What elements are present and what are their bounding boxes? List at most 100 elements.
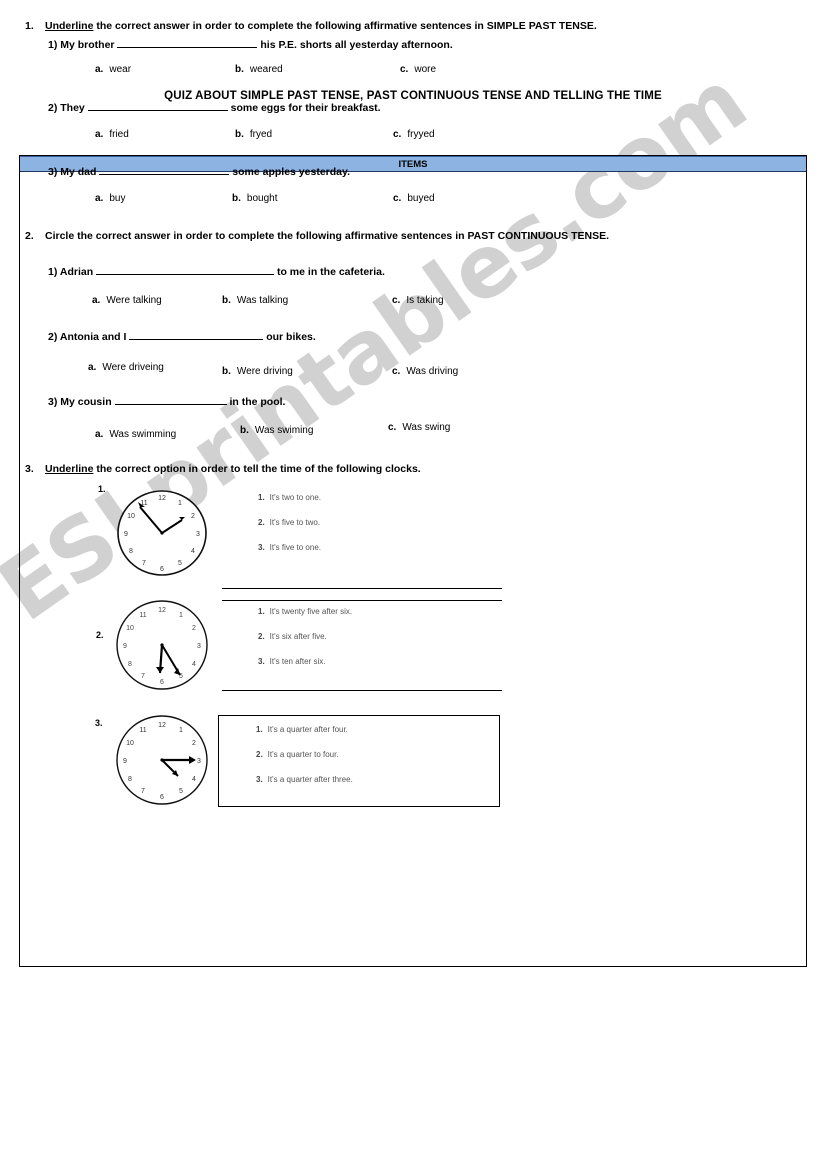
question-1-2-number: 2) xyxy=(48,102,58,114)
option-1-3-c[interactable]: c. buyed xyxy=(393,193,435,204)
option-1-1-c[interactable]: c. wore xyxy=(400,64,436,75)
clock-1-option-1-number: 1. xyxy=(258,493,265,502)
svg-text:1: 1 xyxy=(179,727,183,734)
option-2-1-a[interactable]: a. Were talking xyxy=(92,295,162,306)
option-2-1-c-letter: c. xyxy=(392,295,401,306)
question-1-1-blank[interactable] xyxy=(117,36,258,48)
option-2-2-a[interactable]: a. Were driveing xyxy=(88,362,164,373)
question-2-2-blank[interactable] xyxy=(129,328,264,340)
clock-1-face: 12 1 2 345 678 9 10 11 xyxy=(112,487,212,579)
svg-text:1: 1 xyxy=(179,612,183,619)
option-1-2-a-letter: a. xyxy=(95,129,104,140)
question-1-2-blank[interactable] xyxy=(87,99,228,111)
question-1-1-before: My brother xyxy=(60,39,115,51)
option-2-3-a-letter: a. xyxy=(95,429,104,440)
option-2-2-c-letter: c. xyxy=(392,366,401,377)
question-2-2-after: our bikes. xyxy=(266,331,316,343)
question-1-2-options: a. fried b. fryed c. fryyed xyxy=(0,129,788,147)
option-2-3-c-text: Was swing xyxy=(402,422,451,433)
question-2-1: 1) Adrian to me in the cafeteria. xyxy=(48,263,385,279)
option-2-2-c-text: Was driving xyxy=(406,366,459,377)
svg-text:4: 4 xyxy=(191,548,195,555)
clock-2-answer-line[interactable] xyxy=(222,690,502,691)
option-1-2-a[interactable]: a. fried xyxy=(95,129,129,140)
option-2-3-c[interactable]: c. Was swing xyxy=(388,422,450,433)
clock-3-option-3[interactable]: 3. It's a quarter after three. xyxy=(256,776,353,784)
option-2-2-b[interactable]: b. Were driving xyxy=(222,366,293,377)
clock-2-option-2[interactable]: 2. It's six after five. xyxy=(258,633,327,641)
clock-3-option-2[interactable]: 2. It's a quarter to four. xyxy=(256,751,339,759)
question-2-3-options: a. Was swimming b. Was swiming c. Was swing xyxy=(0,422,788,443)
clock-3-option-2-number: 2. xyxy=(256,750,263,759)
option-1-1-a-letter: a. xyxy=(95,64,104,75)
clock-2-index: 2. xyxy=(96,630,104,640)
option-2-2-b-text: Were driving xyxy=(236,366,293,377)
question-1-1-number: 1) xyxy=(48,39,58,51)
clock-1-svg: 1212 345 678 91011 xyxy=(117,490,207,576)
clock-2-option-3-number: 3. xyxy=(258,657,265,666)
option-1-2-b[interactable]: b. fryed xyxy=(235,129,272,140)
clock-1-answer-line[interactable] xyxy=(222,588,502,589)
question-2-1-blank[interactable] xyxy=(96,263,275,275)
clock-3-option-3-number: 3. xyxy=(256,775,263,784)
section-2-instruction-rest: Circle the correct answer in order to co… xyxy=(45,230,610,242)
svg-text:10: 10 xyxy=(126,740,134,747)
question-1-3-number: 3) xyxy=(48,166,58,178)
option-1-1-b[interactable]: b. weared xyxy=(235,64,283,75)
option-1-2-c[interactable]: c. fryyed xyxy=(393,129,435,140)
clock-1-option-1[interactable]: 1. It's two to one. xyxy=(258,494,321,502)
option-2-3-c-letter: c. xyxy=(388,422,397,433)
option-2-3-b[interactable]: b. Was swiming xyxy=(240,425,313,436)
svg-text:3: 3 xyxy=(197,758,201,765)
question-1-3-after: some apples yesterday. xyxy=(232,166,350,178)
option-1-3-b-letter: b. xyxy=(232,193,241,204)
question-1-3-blank[interactable] xyxy=(99,163,230,175)
svg-text:2: 2 xyxy=(192,625,196,632)
question-2-3-after: in the pool. xyxy=(229,396,286,408)
option-1-1-a-text: wear xyxy=(109,64,132,75)
worksheet-page: QUIZ ABOUT SIMPLE PAST TENSE, PAST CONTI… xyxy=(0,0,826,1169)
clock-1-option-3[interactable]: 3. It's five to one. xyxy=(258,544,321,552)
option-2-3-b-letter: b. xyxy=(240,425,249,436)
option-1-3-a-letter: a. xyxy=(95,193,104,204)
clock-2-option-2-text: It's six after five. xyxy=(269,632,327,641)
clock-1-option-2[interactable]: 2. It's five to two. xyxy=(258,519,320,527)
svg-text:11: 11 xyxy=(139,727,146,734)
option-2-2-c[interactable]: c. Was driving xyxy=(392,366,458,377)
svg-text:10: 10 xyxy=(126,625,134,632)
option-1-1-a[interactable]: a. wear xyxy=(95,64,131,75)
svg-text:6: 6 xyxy=(160,794,164,801)
option-1-3-a[interactable]: a. buy xyxy=(95,193,125,204)
option-1-2-b-text: fryed xyxy=(249,129,273,140)
question-1-2-after: some eggs for their breakfast. xyxy=(230,102,381,114)
question-2-2-options: a. Were driveing b. Were driving c. Was dri… xyxy=(0,362,788,380)
option-2-1-a-letter: a. xyxy=(92,295,101,306)
option-2-3-a[interactable]: a. Was swimming xyxy=(95,429,176,440)
clock-2-option-3[interactable]: 3. It's ten after six. xyxy=(258,658,325,666)
clock-3-option-3-text: It's a quarter after three. xyxy=(267,775,353,784)
question-1-2: 2) They some eggs for their breakfast. xyxy=(48,99,381,115)
option-2-1-b[interactable]: b. Was talking xyxy=(222,295,288,306)
section-3-instruction: 3. Underline the correct option in order… xyxy=(19,463,779,476)
option-2-1-b-text: Was talking xyxy=(236,295,289,306)
svg-text:2: 2 xyxy=(191,513,195,520)
clock-1-option-1-text: It's two to one. xyxy=(269,493,322,502)
svg-text:11: 11 xyxy=(139,612,146,619)
option-1-3-b[interactable]: b. bought xyxy=(232,193,277,204)
option-2-1-c[interactable]: c. Is taking xyxy=(392,295,444,306)
clock-2-answer-line-top[interactable] xyxy=(222,600,502,601)
svg-text:12: 12 xyxy=(158,607,166,614)
clock-2-svg: 1212 345 678 91011 xyxy=(116,600,208,690)
question-2-3-blank[interactable] xyxy=(114,393,227,405)
clock-2-option-2-number: 2. xyxy=(258,632,265,641)
section-1-instruction-rest: the correct answer in order to complete … xyxy=(93,20,597,32)
svg-text:5: 5 xyxy=(179,788,183,795)
svg-text:4: 4 xyxy=(192,776,196,783)
clock-3-option-1[interactable]: 1. It's a quarter after four. xyxy=(256,726,348,734)
svg-text:2: 2 xyxy=(192,740,196,747)
question-1-1-options: a. wear b. weared c. wore xyxy=(0,64,788,82)
question-1-3-options: a. buy b. bought c. buyed xyxy=(0,193,788,211)
question-2-2-before: Antonia and I xyxy=(59,331,127,343)
section-1-number: 1. xyxy=(25,20,34,32)
clock-2-option-1[interactable]: 1. It's twenty five after six. xyxy=(258,608,352,616)
